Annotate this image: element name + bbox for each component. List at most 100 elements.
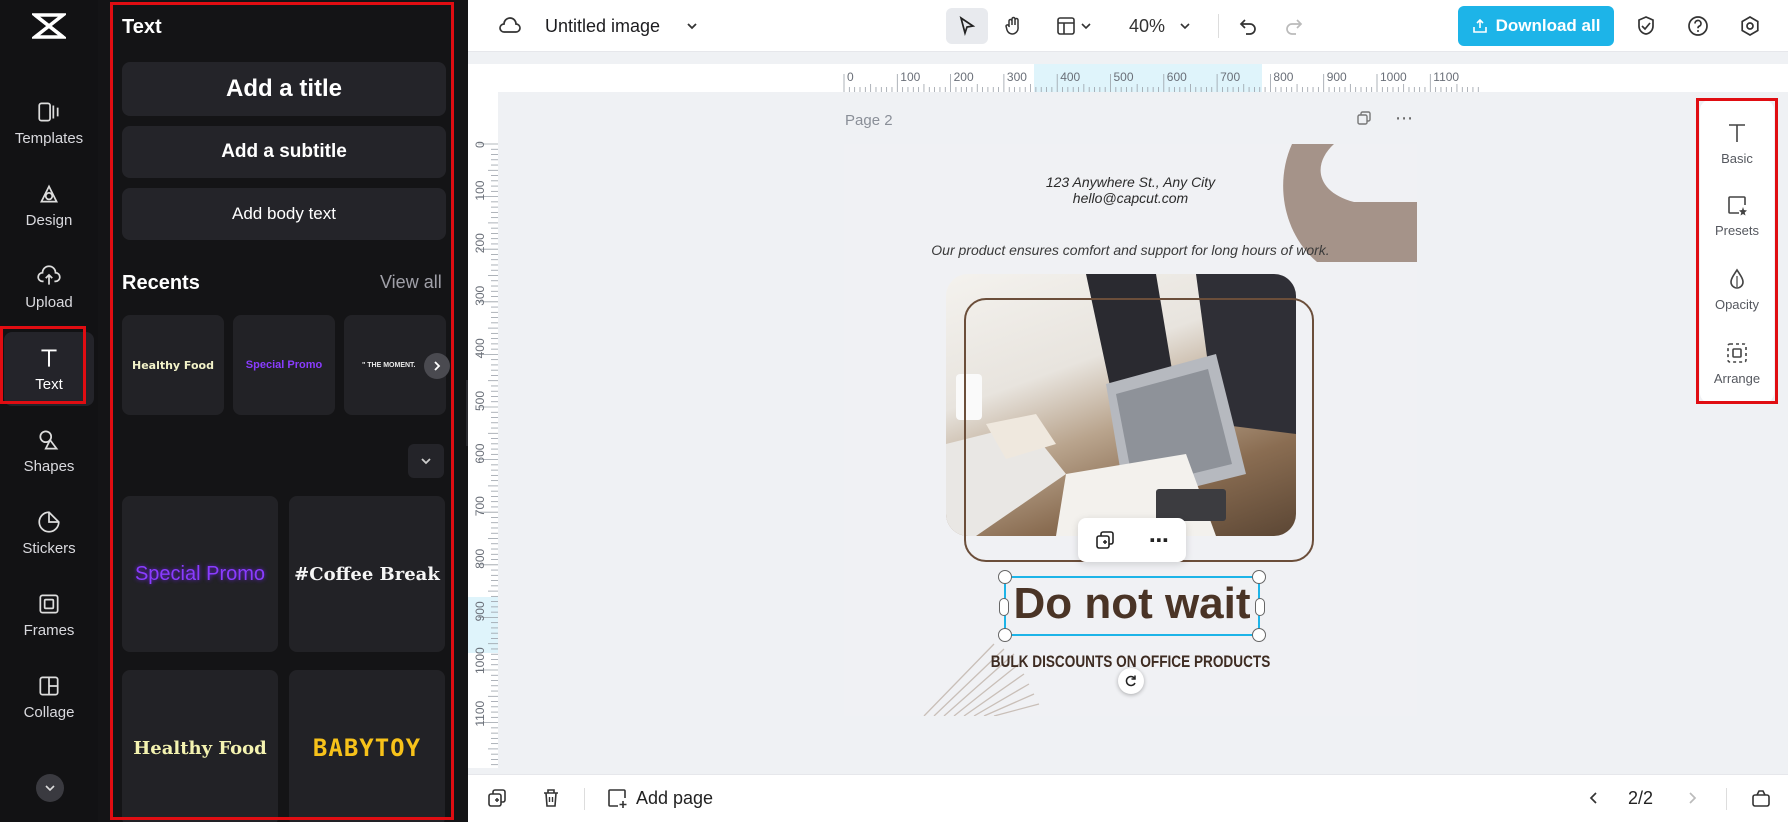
- ruler-label: 300: [1007, 70, 1027, 84]
- ruler-label: 600: [473, 443, 487, 463]
- trash-icon: [544, 789, 558, 807]
- ruler-label: 800: [473, 548, 487, 568]
- more-options-icon[interactable]: ⋯: [1149, 528, 1169, 553]
- add-subtitle-button[interactable]: Add a subtitle: [122, 126, 446, 178]
- basic-text-icon: [1729, 123, 1745, 142]
- nav-more-button[interactable]: [36, 774, 64, 802]
- stickers-icon: [38, 511, 60, 533]
- nav-label: Shapes: [23, 458, 75, 475]
- resize-handle[interactable]: [998, 570, 1012, 584]
- resize-handle[interactable]: [1252, 628, 1266, 642]
- recent-text-style[interactable]: Special Promo: [233, 315, 335, 415]
- design-canvas[interactable]: 123 Anywhere St., Any City hello@capcut.…: [844, 144, 1417, 716]
- address-text[interactable]: 123 Anywhere St., Any City: [844, 174, 1417, 190]
- add-page-button[interactable]: Add page: [606, 784, 713, 812]
- nav-design[interactable]: Design: [4, 168, 94, 242]
- recent-text-style[interactable]: Healthy Food: [122, 315, 224, 415]
- add-body-text-button[interactable]: Add body text: [122, 188, 446, 240]
- bottom-divider: [584, 788, 585, 810]
- chevron-right-icon: [434, 361, 441, 371]
- opacity-label: Opacity: [1714, 296, 1760, 312]
- opacity-tool[interactable]: Opacity: [1700, 256, 1774, 322]
- rotate-handle[interactable]: [1118, 668, 1144, 694]
- download-all-button[interactable]: Download all: [1458, 6, 1614, 46]
- presets-tool[interactable]: Presets: [1700, 182, 1774, 248]
- arrange-tool[interactable]: Arrange: [1700, 330, 1774, 396]
- duplicate-page-button[interactable]: [486, 784, 508, 812]
- help-icon: [1688, 16, 1708, 36]
- recents-next-button[interactable]: [424, 353, 450, 379]
- nav-templates[interactable]: Templates: [4, 86, 94, 160]
- zoom-dropdown[interactable]: 40%: [1120, 8, 1200, 44]
- ruler-label: 1100: [1433, 70, 1459, 84]
- ruler-label: 1100: [473, 700, 487, 726]
- nav-label: Stickers: [22, 540, 76, 557]
- nav-label: Text: [35, 376, 63, 393]
- recent-text: Special Promo: [245, 359, 323, 371]
- select-tool-button[interactable]: [946, 8, 988, 44]
- shield-button[interactable]: [1630, 8, 1662, 44]
- nav-upload[interactable]: Upload: [4, 250, 94, 324]
- ruler-label: 500: [1114, 70, 1134, 84]
- next-page-button[interactable]: [1684, 784, 1700, 812]
- hand-icon: [1005, 16, 1019, 35]
- resize-handle[interactable]: [1252, 570, 1266, 584]
- redo-icon: [1286, 19, 1303, 35]
- page-panel-toggle[interactable]: [1750, 784, 1772, 812]
- resize-handle[interactable]: [999, 598, 1009, 616]
- panel-title: Text: [122, 16, 162, 38]
- nav-shapes[interactable]: Shapes: [4, 414, 94, 488]
- cursor-icon: [959, 16, 976, 36]
- text-template-card[interactable]: BABYTOY: [289, 670, 445, 822]
- ruler-horizontal: 0 100 200 300 400 500 600 700 800 900 1000 1100: [498, 64, 1788, 92]
- layout-menu-button[interactable]: [1050, 8, 1098, 44]
- hand-tool-button[interactable]: [996, 8, 1032, 44]
- resize-handle[interactable]: [998, 628, 1012, 642]
- view-all-link[interactable]: View all: [380, 272, 442, 293]
- basic-tool[interactable]: Basic: [1700, 110, 1774, 176]
- ruler-label: 300: [473, 285, 487, 305]
- expand-section-button[interactable]: [408, 444, 444, 478]
- email-text[interactable]: hello@capcut.com: [844, 190, 1417, 206]
- ruler-label: 600: [1167, 70, 1187, 84]
- template-text: #Coffee Break: [294, 563, 440, 585]
- nav-collage[interactable]: Collage: [4, 660, 94, 734]
- nav-text[interactable]: Text: [4, 332, 94, 406]
- tagline-text[interactable]: Our product ensures comfort and support …: [844, 242, 1417, 258]
- undo-button[interactable]: [1232, 8, 1264, 44]
- page-more-icon[interactable]: ⋯: [1390, 106, 1418, 130]
- title-menu-chevron-icon[interactable]: [680, 8, 704, 44]
- redo-button[interactable]: [1278, 8, 1310, 44]
- capcut-logo-icon[interactable]: [0, 0, 98, 52]
- export-icon: [1472, 18, 1487, 33]
- text-template-card[interactable]: Special Promo: [122, 496, 278, 652]
- page-label: Page 2: [845, 112, 893, 129]
- text-template-card[interactable]: #Coffee Break: [289, 496, 445, 652]
- template-text: BABYTOY: [312, 734, 422, 762]
- delete-page-button[interactable]: [540, 784, 562, 812]
- template-text: Special Promo: [134, 562, 266, 585]
- arrange-icon: [1727, 342, 1747, 363]
- add-title-button[interactable]: Add a title: [122, 62, 446, 116]
- ruler-label: 100: [900, 70, 920, 84]
- headline-text[interactable]: Do not wait: [994, 574, 1270, 634]
- text-panel: Text Add a title Add a subtitle Add body…: [98, 0, 468, 822]
- nav-label: Design: [25, 212, 73, 229]
- ruler-label: 0: [473, 141, 487, 148]
- prev-page-button[interactable]: [1586, 784, 1602, 812]
- duplicate-icon[interactable]: [1095, 530, 1115, 550]
- settings-button[interactable]: [1734, 8, 1766, 44]
- basic-label: Basic: [1721, 150, 1753, 166]
- bottom-divider: [1726, 788, 1727, 810]
- document-title[interactable]: Untitled image: [545, 16, 660, 37]
- nav-frames[interactable]: Frames: [4, 578, 94, 652]
- recents-title: Recents: [122, 272, 200, 294]
- ruler-label: 200: [954, 70, 974, 84]
- resize-handle[interactable]: [1255, 598, 1265, 616]
- nav-label: Templates: [14, 130, 84, 147]
- help-button[interactable]: [1682, 8, 1714, 44]
- text-template-card[interactable]: Healthy Food: [122, 670, 278, 822]
- cloud-save-icon[interactable]: [494, 8, 526, 44]
- duplicate-page-icon[interactable]: [1352, 106, 1376, 130]
- nav-stickers[interactable]: Stickers: [4, 496, 94, 570]
